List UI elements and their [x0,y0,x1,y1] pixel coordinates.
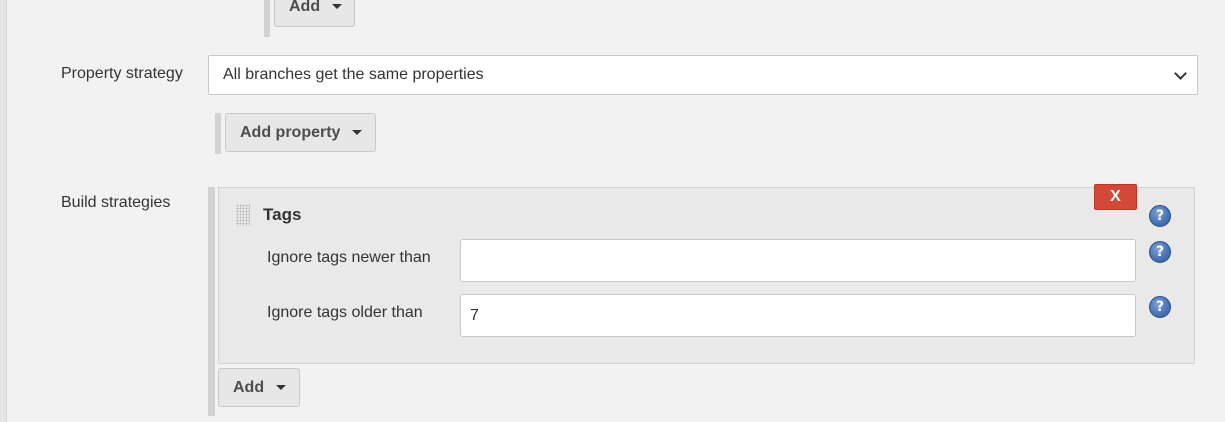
ignore-newer-help-icon[interactable]: ? [1149,241,1171,263]
ignore-tags-newer-input[interactable] [460,239,1136,282]
ignore-older-help-icon[interactable]: ? [1149,296,1171,318]
property-indent-bar [215,113,221,154]
add-build-strategy-label: Add [233,378,265,396]
top-add-dropdown-button[interactable]: Add [274,0,355,27]
page-left-border-line [6,0,7,422]
ignore-older-label: Ignore tags older than [267,304,423,321]
tags-panel-title: Tags [263,205,302,224]
top-section-indent-bar [264,0,270,37]
drag-handle-icon[interactable] [236,204,250,226]
property-strategy-selected-value: All branches get the same properties [223,66,484,83]
ignore-tags-older-input[interactable] [460,294,1136,337]
caret-down-icon [332,4,343,9]
add-property-label: Add property [240,123,341,141]
caret-down-icon [276,385,287,390]
chevron-down-icon [1174,67,1187,80]
build-strategies-indent-bar [208,187,215,416]
add-build-strategy-button[interactable]: Add [218,368,300,407]
add-property-button[interactable]: Add property [225,113,376,152]
property-strategy-label: Property strategy [61,65,183,82]
property-strategy-select[interactable]: All branches get the same properties [208,55,1198,95]
caret-down-icon [352,130,363,135]
build-strategies-label: Build strategies [61,194,171,211]
ignore-newer-label: Ignore tags newer than [267,249,431,266]
delete-tags-button[interactable]: X [1094,184,1137,210]
top-add-button-label: Add [289,0,321,15]
tags-help-icon[interactable]: ? [1149,205,1171,227]
